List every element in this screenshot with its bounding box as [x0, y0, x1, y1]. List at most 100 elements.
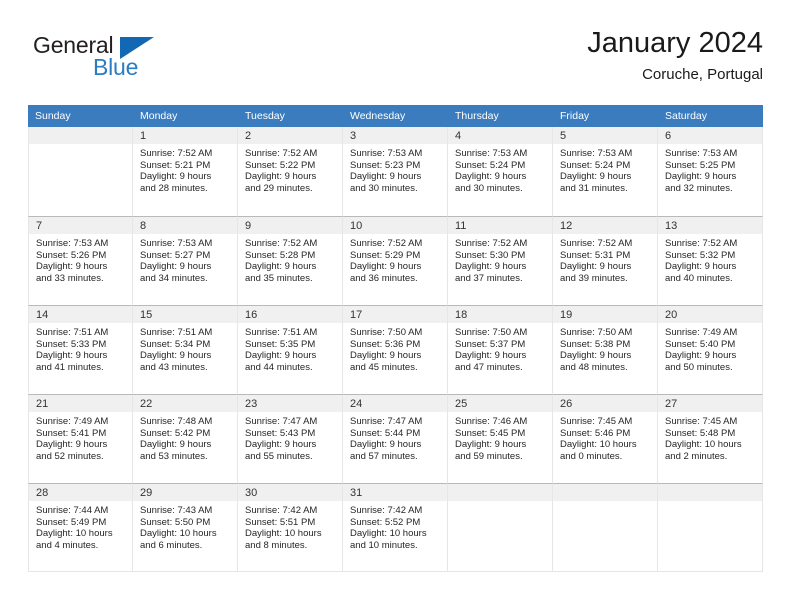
day-details: Sunrise: 7:52 AM Sunset: 5:29 PM Daylight:…: [343, 234, 447, 284]
day-details: Sunrise: 7:47 AM Sunset: 5:44 PM Daylight:…: [343, 412, 447, 462]
calendar-day-cell[interactable]: 5 Sunrise: 7:53 AM Sunset: 5:24 PM Daylight…: [553, 127, 658, 216]
calendar-week-row: 7 Sunrise: 7:53 AM Sunset: 5:26 PM Daylight…: [28, 216, 763, 305]
day-number: [448, 484, 552, 501]
day-detail-line: and 36 minutes.: [350, 272, 418, 284]
day-details: Sunrise: 7:45 AM Sunset: 5:46 PM Daylight:…: [553, 412, 657, 462]
calendar-day-cell[interactable]: 28 Sunrise: 7:44 AM Sunset: 5:49 PM Dayligh…: [28, 483, 133, 572]
calendar-week-row: 21 Sunrise: 7:49 AM Sunset: 5:41 PM Dayligh…: [28, 394, 763, 483]
day-detail-line: Daylight: 10 hours: [36, 528, 113, 540]
day-number: 7: [29, 217, 132, 234]
day-detail-line: and 29 minutes.: [245, 182, 313, 194]
day-detail-line: Daylight: 9 hours: [36, 439, 108, 451]
calendar-day-cell[interactable]: 11 Sunrise: 7:52 AM Sunset: 5:30 PM Dayligh…: [448, 216, 553, 305]
calendar-day-cell[interactable]: 6 Sunrise: 7:53 AM Sunset: 5:25 PM Daylight…: [658, 127, 763, 216]
day-detail-line: Daylight: 9 hours: [140, 261, 212, 273]
day-detail-line: Daylight: 9 hours: [560, 171, 632, 183]
day-details: Sunrise: 7:50 AM Sunset: 5:38 PM Daylight:…: [553, 323, 657, 373]
logo-text-blue: Blue: [93, 54, 139, 80]
calendar-day-cell[interactable]: 14 Sunrise: 7:51 AM Sunset: 5:33 PM Dayligh…: [28, 305, 133, 394]
day-detail-line: and 31 minutes.: [560, 182, 628, 194]
day-detail-line: and 50 minutes.: [665, 361, 733, 373]
calendar-day-cell[interactable]: 10 Sunrise: 7:52 AM Sunset: 5:29 PM Dayligh…: [343, 216, 448, 305]
day-number: 2: [238, 127, 342, 144]
day-number: 9: [238, 217, 342, 234]
day-detail-line: and 39 minutes.: [560, 272, 628, 284]
calendar-day-cell[interactable]: 22 Sunrise: 7:48 AM Sunset: 5:42 PM Dayligh…: [133, 394, 238, 483]
weekday-header-sunday: Sunday: [28, 105, 133, 127]
calendar-day-cell[interactable]: 25 Sunrise: 7:46 AM Sunset: 5:45 PM Dayligh…: [448, 394, 553, 483]
day-details: Sunrise: 7:47 AM Sunset: 5:43 PM Daylight:…: [238, 412, 342, 462]
day-detail-line: Sunset: 5:37 PM: [455, 338, 526, 350]
calendar-day-cell[interactable]: 16 Sunrise: 7:51 AM Sunset: 5:35 PM Dayligh…: [238, 305, 343, 394]
day-detail-line: Sunset: 5:30 PM: [455, 249, 526, 261]
calendar-day-cell[interactable]: 4 Sunrise: 7:53 AM Sunset: 5:24 PM Daylight…: [448, 127, 553, 216]
day-detail-line: and 2 minutes.: [665, 450, 728, 462]
day-details: Sunrise: 7:50 AM Sunset: 5:37 PM Daylight:…: [448, 323, 552, 373]
calendar-grid: Sunday Monday Tuesday Wednesday Thursday Frid…: [28, 105, 763, 572]
calendar-day-cell[interactable]: 21 Sunrise: 7:49 AM Sunset: 5:41 PM Dayligh…: [28, 394, 133, 483]
day-detail-line: and 41 minutes.: [36, 361, 104, 373]
day-detail-line: Sunrise: 7:53 AM: [36, 238, 109, 249]
day-detail-line: Sunrise: 7:53 AM: [350, 148, 423, 159]
day-detail-line: Sunset: 5:49 PM: [36, 516, 107, 528]
calendar-day-cell[interactable]: 17 Sunrise: 7:50 AM Sunset: 5:36 PM Dayligh…: [343, 305, 448, 394]
calendar-day-cell[interactable]: 29 Sunrise: 7:43 AM Sunset: 5:50 PM Dayligh…: [133, 483, 238, 572]
calendar-page: General Blue January 2024 Coruche, Portu…: [0, 0, 792, 612]
day-detail-line: Daylight: 9 hours: [350, 350, 422, 362]
calendar-cell-empty: [448, 483, 553, 572]
calendar-day-cell[interactable]: 3 Sunrise: 7:53 AM Sunset: 5:23 PM Daylight…: [343, 127, 448, 216]
calendar-day-cell[interactable]: 24 Sunrise: 7:47 AM Sunset: 5:44 PM Dayligh…: [343, 394, 448, 483]
day-details: [29, 144, 132, 148]
day-detail-line: Sunset: 5:44 PM: [350, 427, 421, 439]
day-number: 6: [658, 127, 762, 144]
day-detail-line: Sunrise: 7:51 AM: [36, 327, 109, 338]
day-detail-line: and 40 minutes.: [665, 272, 733, 284]
day-detail-line: Sunrise: 7:51 AM: [140, 327, 213, 338]
day-detail-line: Sunrise: 7:52 AM: [140, 148, 213, 159]
calendar-day-cell[interactable]: 7 Sunrise: 7:53 AM Sunset: 5:26 PM Daylight…: [28, 216, 133, 305]
calendar-day-cell[interactable]: 18 Sunrise: 7:50 AM Sunset: 5:37 PM Dayligh…: [448, 305, 553, 394]
day-number: 22: [133, 395, 237, 412]
weekday-header-friday: Friday: [553, 105, 658, 127]
day-detail-line: Daylight: 9 hours: [560, 350, 632, 362]
day-detail-line: Daylight: 9 hours: [455, 171, 527, 183]
calendar-day-cell[interactable]: 1 Sunrise: 7:52 AM Sunset: 5:21 PM Daylight…: [133, 127, 238, 216]
calendar-day-cell[interactable]: 30 Sunrise: 7:42 AM Sunset: 5:51 PM Dayligh…: [238, 483, 343, 572]
day-detail-line: and 34 minutes.: [140, 272, 208, 284]
calendar-day-cell[interactable]: 2 Sunrise: 7:52 AM Sunset: 5:22 PM Daylight…: [238, 127, 343, 216]
calendar-day-cell[interactable]: 9 Sunrise: 7:52 AM Sunset: 5:28 PM Daylight…: [238, 216, 343, 305]
day-number: 31: [343, 484, 447, 501]
day-detail-line: Daylight: 9 hours: [455, 350, 527, 362]
day-details: Sunrise: 7:49 AM Sunset: 5:40 PM Daylight:…: [658, 323, 762, 373]
calendar-day-cell[interactable]: 13 Sunrise: 7:52 AM Sunset: 5:32 PM Dayligh…: [658, 216, 763, 305]
calendar-day-cell[interactable]: 12 Sunrise: 7:52 AM Sunset: 5:31 PM Dayligh…: [553, 216, 658, 305]
calendar-cell-empty: [658, 483, 763, 572]
calendar-day-cell[interactable]: 15 Sunrise: 7:51 AM Sunset: 5:34 PM Dayligh…: [133, 305, 238, 394]
calendar-day-cell[interactable]: 20 Sunrise: 7:49 AM Sunset: 5:40 PM Dayligh…: [658, 305, 763, 394]
calendar-day-cell[interactable]: 31 Sunrise: 7:42 AM Sunset: 5:52 PM Dayligh…: [343, 483, 448, 572]
day-number: 20: [658, 306, 762, 323]
calendar-day-cell[interactable]: 27 Sunrise: 7:45 AM Sunset: 5:48 PM Dayligh…: [658, 394, 763, 483]
calendar-day-cell[interactable]: 23 Sunrise: 7:47 AM Sunset: 5:43 PM Dayligh…: [238, 394, 343, 483]
day-detail-line: Sunrise: 7:45 AM: [665, 416, 738, 427]
day-detail-line: Sunrise: 7:46 AM: [455, 416, 528, 427]
day-detail-line: Sunset: 5:48 PM: [665, 427, 736, 439]
day-detail-line: and 30 minutes.: [350, 182, 418, 194]
calendar-day-cell[interactable]: 19 Sunrise: 7:50 AM Sunset: 5:38 PM Dayligh…: [553, 305, 658, 394]
day-number: [29, 127, 132, 144]
day-detail-line: Sunset: 5:28 PM: [245, 249, 316, 261]
day-number: 28: [29, 484, 132, 501]
calendar-day-cell[interactable]: 8 Sunrise: 7:53 AM Sunset: 5:27 PM Daylight…: [133, 216, 238, 305]
calendar-day-cell[interactable]: 26 Sunrise: 7:45 AM Sunset: 5:46 PM Dayligh…: [553, 394, 658, 483]
day-details: Sunrise: 7:52 AM Sunset: 5:31 PM Daylight:…: [553, 234, 657, 284]
general-blue-logo[interactable]: General Blue: [33, 32, 183, 90]
day-detail-line: Daylight: 9 hours: [140, 439, 212, 451]
day-detail-line: Sunrise: 7:52 AM: [560, 238, 633, 249]
day-number: 18: [448, 306, 552, 323]
day-detail-line: Daylight: 9 hours: [560, 261, 632, 273]
day-detail-line: Sunset: 5:45 PM: [455, 427, 526, 439]
day-detail-line: Daylight: 9 hours: [245, 439, 317, 451]
day-detail-line: Sunset: 5:52 PM: [350, 516, 421, 528]
day-number: 19: [553, 306, 657, 323]
day-number: 8: [133, 217, 237, 234]
